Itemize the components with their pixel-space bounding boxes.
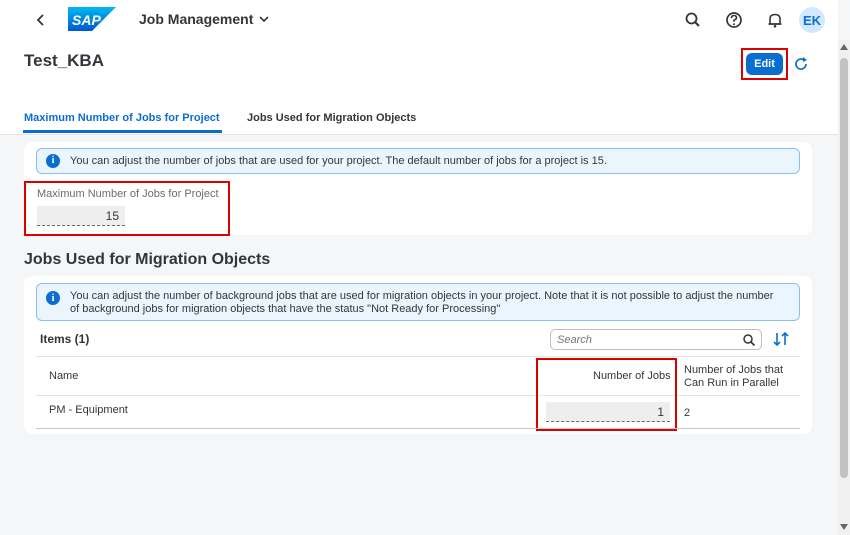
info-icon: i (46, 154, 60, 168)
column-header-parallel-line2: Can Run in Parallel (684, 377, 779, 389)
migration-info-message-strip: i You can adjust the number of backgroun… (36, 283, 800, 321)
items-count-title: Items (1) (40, 332, 90, 346)
column-header-parallel-jobs[interactable]: Number of Jobs that Can Run in Parallel (684, 364, 783, 390)
active-tab-indicator (23, 130, 222, 133)
search-icon[interactable] (742, 333, 756, 347)
info-message-text: You can adjust the number of jobs that a… (70, 155, 607, 167)
migration-section-title: Jobs Used for Migration Objects (24, 251, 271, 268)
max-jobs-label: Maximum Number of Jobs for Project (37, 188, 219, 200)
migration-info-text-line1: You can adjust the number of background … (70, 290, 774, 302)
page-scrollbar[interactable] (838, 40, 850, 535)
tab-max-jobs-project[interactable]: Maximum Number of Jobs for Project (24, 112, 220, 124)
app-title: Job Management (139, 11, 254, 27)
scroll-up-arrow-icon[interactable] (840, 44, 848, 50)
scrollbar-thumb[interactable] (840, 58, 848, 478)
search-icon[interactable] (683, 10, 703, 30)
svg-text:SAP: SAP (72, 12, 101, 28)
tab-jobs-migration-objects[interactable]: Jobs Used for Migration Objects (247, 112, 416, 124)
info-icon: i (46, 291, 60, 305)
refresh-icon[interactable] (792, 55, 810, 73)
table-bottom-divider (36, 428, 800, 429)
scroll-down-arrow-icon[interactable] (840, 524, 848, 530)
edit-highlight-box: Edit (741, 48, 788, 80)
sort-icon[interactable] (772, 331, 790, 347)
page-title: Test_KBA (24, 51, 104, 70)
chevron-down-icon (259, 16, 269, 23)
app-title-menu[interactable]: Job Management (139, 11, 269, 27)
table-header-divider (36, 395, 800, 396)
migration-info-text-line2: of background jobs for migration objects… (70, 303, 501, 315)
info-message-strip: i You can adjust the number of jobs that… (36, 148, 800, 174)
page-header: Test_KBA Edit Maximum Number of Jobs for… (0, 40, 838, 135)
search-input[interactable] (557, 332, 737, 347)
notification-bell-icon[interactable] (765, 10, 785, 30)
edit-button[interactable]: Edit (746, 53, 783, 75)
shell-bar: SAP Job Management EK (0, 0, 838, 40)
row-name-cell: PM - Equipment (49, 404, 128, 416)
help-icon[interactable] (724, 10, 744, 30)
row-parallel-cell: 2 (684, 407, 691, 419)
search-field[interactable] (550, 329, 762, 350)
max-jobs-input[interactable] (37, 206, 125, 226)
user-avatar[interactable]: EK (799, 7, 825, 33)
back-arrow-icon[interactable] (33, 10, 49, 30)
column-header-name[interactable]: Name (49, 370, 78, 382)
number-of-jobs-highlight-box (536, 358, 677, 431)
table-top-divider (36, 356, 800, 357)
sap-logo: SAP (68, 7, 116, 31)
column-header-parallel-line1: Number of Jobs that (684, 364, 784, 376)
